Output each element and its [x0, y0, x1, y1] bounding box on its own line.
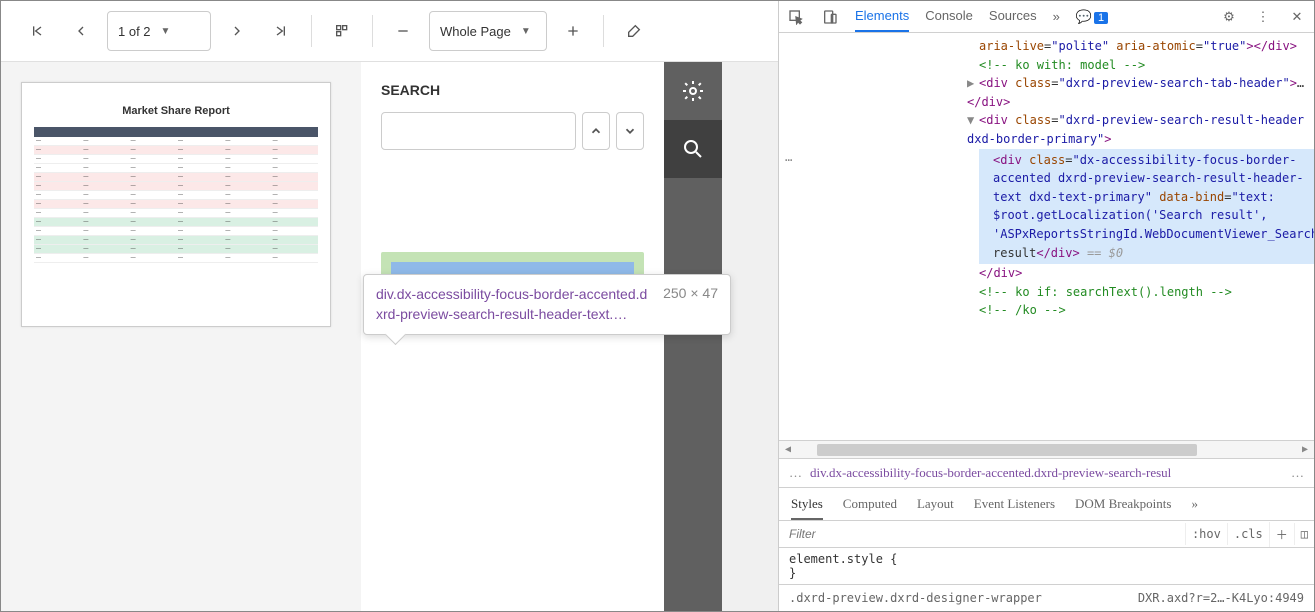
tab-event-listeners[interactable]: Event Listeners: [974, 496, 1055, 520]
selected-element[interactable]: ⋯ <div class="dx-accessibility-focus-bor…: [979, 149, 1314, 265]
toolbar-separator: [311, 15, 312, 47]
tab-layout[interactable]: Layout: [917, 496, 954, 520]
page-selector[interactable]: 1 of 2 ▼: [107, 11, 211, 51]
tab-dom-breakpoints[interactable]: DOM Breakpoints: [1075, 496, 1171, 520]
message-count: 1: [1094, 12, 1108, 24]
inspect-icon[interactable]: [787, 9, 805, 25]
settings-icon[interactable]: ⚙: [1220, 9, 1238, 25]
search-panel: SEARCH SEARCH RESULT: [361, 62, 664, 611]
close-icon[interactable]: ✕: [1288, 9, 1306, 25]
zoom-in-button[interactable]: [555, 11, 591, 51]
first-page-button[interactable]: [19, 11, 55, 51]
breadcrumb-selector: div.dx-accessibility-focus-border-accent…: [810, 465, 1283, 481]
toolbar-separator: [372, 15, 373, 47]
more-styles-tabs-icon[interactable]: »: [1191, 496, 1198, 520]
device-icon[interactable]: [821, 9, 839, 25]
cls-toggle[interactable]: .cls: [1227, 523, 1269, 545]
add-rule-icon[interactable]: ＋: [1269, 522, 1294, 547]
search-next-button[interactable]: [616, 112, 644, 150]
element-style-close: }: [789, 566, 1304, 580]
zoom-selector-label: Whole Page: [440, 24, 511, 39]
settings-tab[interactable]: [664, 62, 722, 120]
report-viewer: 1 of 2 ▼ Whole Page ▼ Market Share Repor…: [1, 1, 779, 611]
chevron-down-icon: ▼: [521, 26, 531, 37]
toolbar-separator: [603, 15, 604, 47]
search-input[interactable]: [381, 112, 576, 150]
styles-filter-input[interactable]: [779, 521, 1185, 547]
styles-body[interactable]: element.style { }: [779, 548, 1314, 584]
devtools-tabs: Elements Console Sources » 💬1 ⚙ ⋮ ✕: [779, 1, 1314, 33]
highlight-button[interactable]: [616, 11, 652, 51]
styles-footer: .dxrd-preview.dxrd-designer-wrapper DXR.…: [779, 584, 1314, 611]
message-icon[interactable]: 💬1: [1076, 9, 1108, 25]
zoom-selector[interactable]: Whole Page ▼: [429, 11, 547, 51]
multipage-button[interactable]: [324, 11, 360, 51]
tooltip-selector: div.dx-accessibility-focus-border-accent…: [376, 285, 653, 324]
search-icon: [681, 137, 705, 161]
search-prev-button[interactable]: [582, 112, 610, 150]
rule-selector[interactable]: .dxrd-preview.dxrd-designer-wrapper: [789, 591, 1042, 605]
report-table-thumb: —————— —————— —————— —————— —————— —————…: [34, 127, 318, 263]
zoom-out-button[interactable]: [385, 11, 421, 51]
tab-console[interactable]: Console: [925, 1, 973, 32]
prev-page-button[interactable]: [63, 11, 99, 51]
breadcrumb[interactable]: … div.dx-accessibility-focus-border-acce…: [779, 458, 1314, 487]
breadcrumb-ellipsis: …: [1291, 465, 1304, 481]
tab-computed[interactable]: Computed: [843, 496, 897, 520]
next-page-button[interactable]: [219, 11, 255, 51]
breadcrumb-more: …: [789, 465, 802, 481]
more-tabs-icon[interactable]: »: [1053, 9, 1060, 24]
toolbar: 1 of 2 ▼ Whole Page ▼: [1, 1, 778, 62]
rule-source[interactable]: DXR.axd?r=2…-K4Lyo:4949: [1138, 591, 1304, 605]
styles-filter-bar: :hov .cls ＋ ◫: [779, 520, 1314, 548]
report-title: Market Share Report: [34, 105, 318, 117]
horizontal-scrollbar[interactable]: ◀▶: [779, 440, 1314, 458]
tooltip-dimensions: 250 × 47: [663, 285, 718, 324]
styles-tabs: Styles Computed Layout Event Listeners D…: [779, 487, 1314, 520]
app-root: 1 of 2 ▼ Whole Page ▼ Market Share Repor…: [0, 0, 1315, 612]
hov-toggle[interactable]: :hov: [1185, 523, 1227, 545]
thumbnail-column: Market Share Report —————— —————— ——————…: [1, 62, 361, 611]
devtools-panel: Elements Console Sources » 💬1 ⚙ ⋮ ✕ aria…: [779, 1, 1314, 611]
inspect-tooltip: div.dx-accessibility-focus-border-accent…: [363, 274, 731, 335]
viewer-content: Market Share Report —————— —————— ——————…: [1, 62, 778, 611]
element-style-open: element.style {: [789, 552, 1304, 566]
search-panel-title: SEARCH: [381, 82, 644, 98]
kebab-icon[interactable]: ⋮: [1254, 9, 1272, 25]
page-thumbnail[interactable]: Market Share Report —————— —————— ——————…: [21, 82, 331, 327]
toggle-sidebar-icon[interactable]: ◫: [1294, 523, 1314, 545]
search-tab[interactable]: [664, 120, 722, 178]
chevron-down-icon: ▼: [161, 26, 171, 37]
tab-elements[interactable]: Elements: [855, 1, 909, 32]
last-page-button[interactable]: [263, 11, 299, 51]
search-row: [381, 112, 644, 150]
page-selector-label: 1 of 2: [118, 24, 151, 39]
tab-styles[interactable]: Styles: [791, 496, 823, 520]
side-tabs: [664, 62, 722, 611]
elements-tree[interactable]: aria-live="polite" aria-atomic="true"></…: [779, 33, 1314, 440]
gear-icon: [681, 79, 705, 103]
tab-sources[interactable]: Sources: [989, 1, 1037, 32]
